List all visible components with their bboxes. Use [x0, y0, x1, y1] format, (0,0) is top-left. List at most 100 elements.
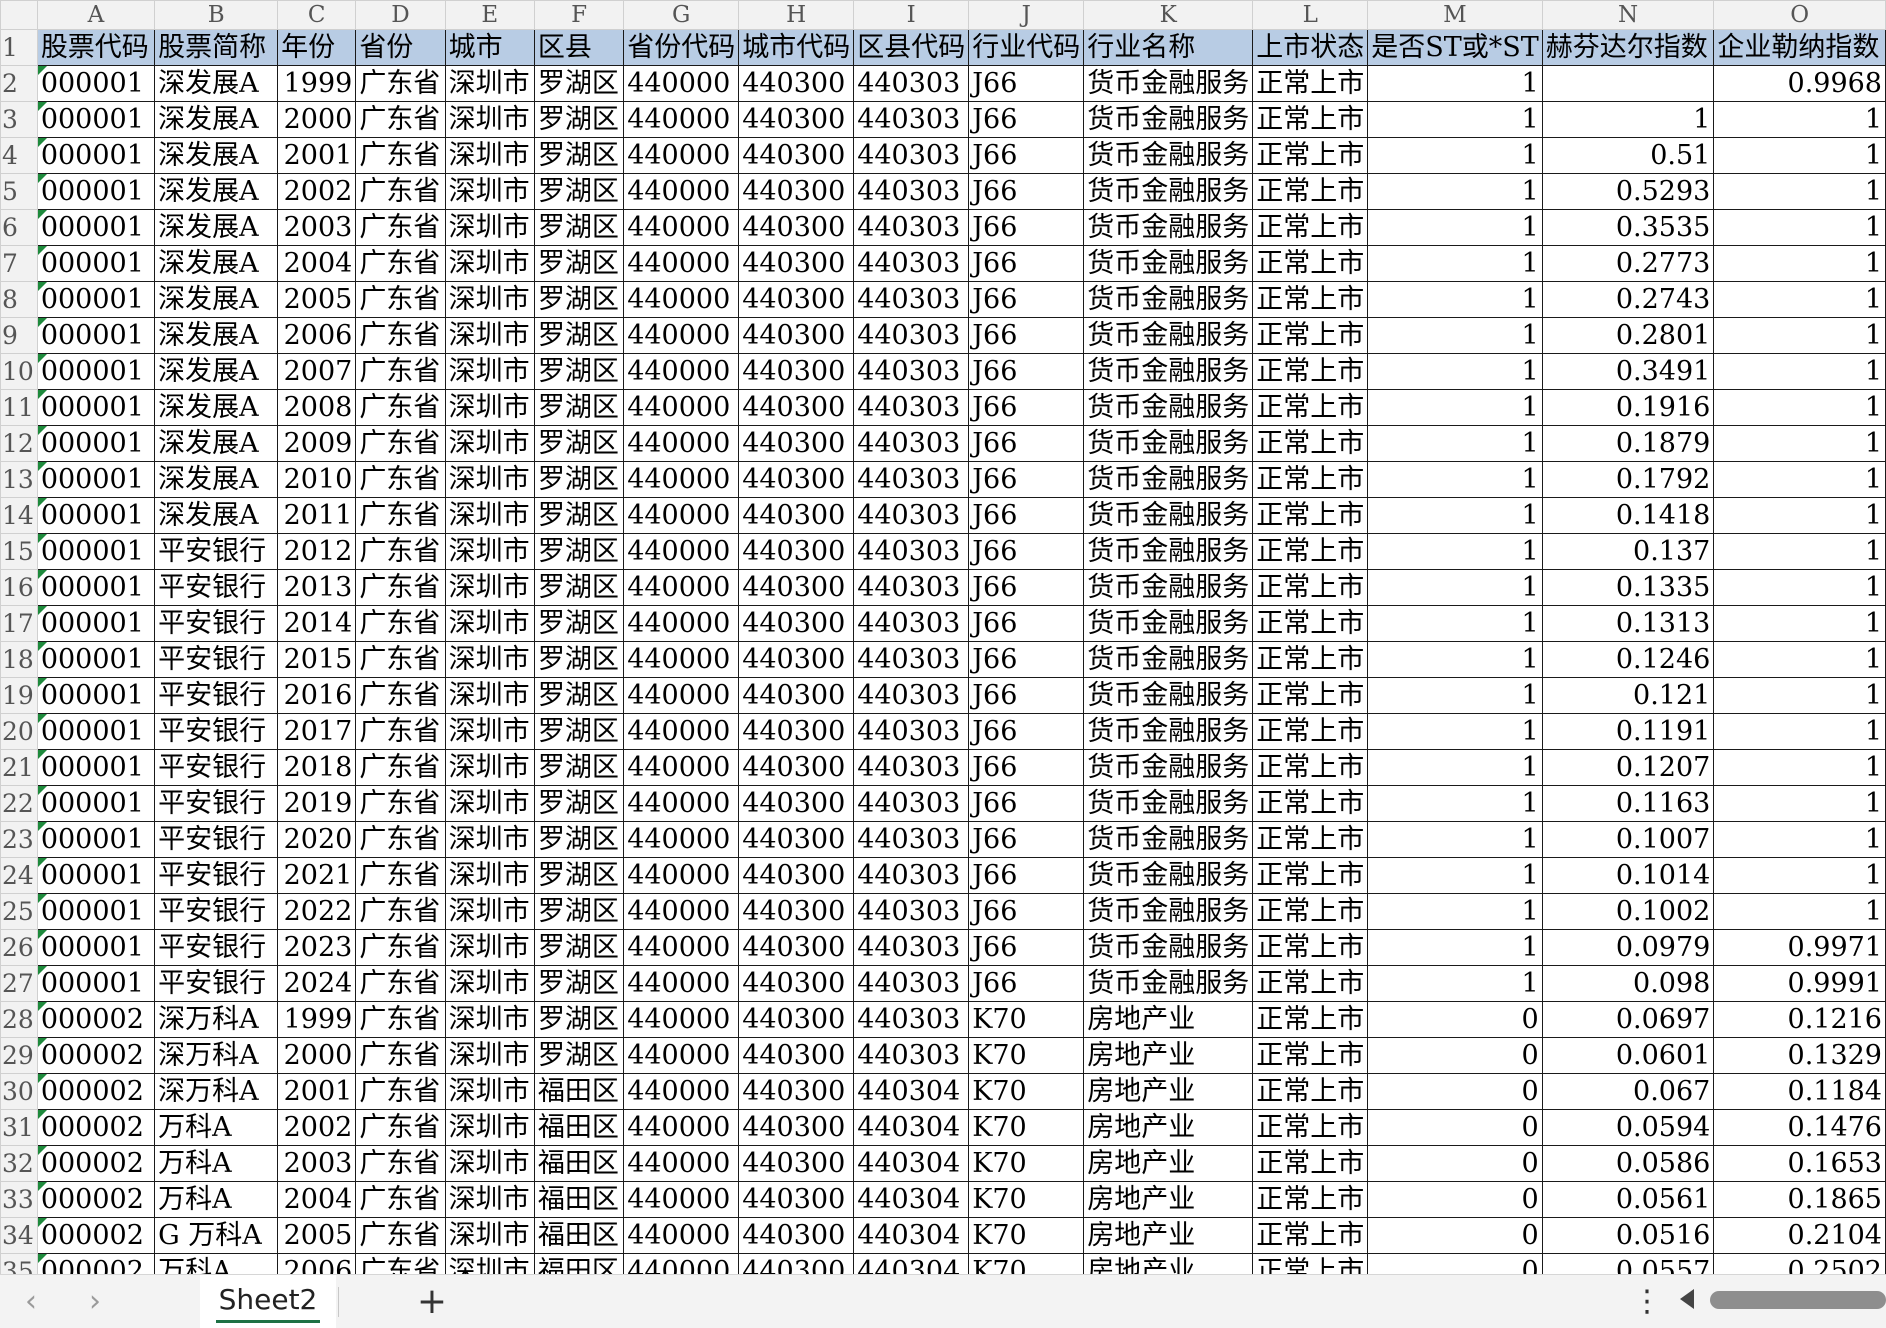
row-header-12[interactable]: 12 [0, 425, 38, 462]
cell[interactable]: 440000 [623, 317, 740, 354]
cell[interactable]: 正常上市 [1252, 461, 1369, 498]
header-cell[interactable]: 省份 [355, 29, 446, 66]
cell[interactable]: 1 [1713, 281, 1886, 318]
cell[interactable]: 440000 [623, 893, 740, 930]
cell[interactable]: J66 [968, 713, 1085, 750]
cell[interactable]: 正常上市 [1252, 713, 1369, 750]
cell[interactable]: 深圳市 [444, 281, 535, 318]
cell[interactable]: 罗湖区 [533, 749, 625, 786]
cell[interactable]: 2002 [277, 1109, 357, 1146]
cell[interactable]: 000001 [36, 353, 156, 390]
cell[interactable]: J66 [968, 893, 1085, 930]
cell[interactable]: 2004 [277, 1181, 357, 1218]
cell[interactable]: J66 [968, 317, 1085, 354]
cell[interactable]: 深发展A [154, 425, 279, 462]
cell[interactable]: 1 [1367, 641, 1543, 678]
cell[interactable]: 440300 [738, 137, 855, 174]
triangle-left-icon[interactable] [1680, 1289, 1694, 1309]
cell[interactable]: 440000 [623, 857, 740, 894]
cell[interactable]: 000002 [36, 1253, 156, 1274]
cell[interactable]: 0.3535 [1541, 209, 1715, 246]
cell[interactable]: 000002 [36, 1145, 156, 1182]
cell[interactable]: J66 [968, 389, 1085, 426]
cell[interactable]: 440303 [853, 569, 970, 606]
cell[interactable]: 广东省 [355, 857, 446, 894]
cell[interactable]: 罗湖区 [533, 173, 625, 210]
cell[interactable]: 广东省 [355, 389, 446, 426]
cell[interactable]: 广东省 [355, 281, 446, 318]
cell[interactable]: 0.5293 [1541, 173, 1715, 210]
cell[interactable]: 正常上市 [1252, 317, 1369, 354]
cell[interactable]: 罗湖区 [533, 821, 625, 858]
column-header-d[interactable]: D [355, 0, 446, 30]
cell[interactable]: 440000 [623, 137, 740, 174]
cell[interactable]: 深发展A [154, 497, 279, 534]
cell-table[interactable]: A B C D E F G H I J K L M N O 1 股票代码 股票简称 年份 省份 城市 区县 省份代码 城市代码… [0, 0, 1886, 1274]
cell[interactable]: 广东省 [355, 65, 446, 102]
cell[interactable]: 0 [1367, 1181, 1543, 1218]
cell[interactable]: 1 [1713, 101, 1886, 138]
cell[interactable]: 1 [1713, 677, 1886, 714]
cell[interactable]: 440000 [623, 965, 740, 1002]
cell[interactable]: 1 [1367, 101, 1543, 138]
cell[interactable]: 1 [1713, 353, 1886, 390]
cell[interactable]: 440303 [853, 65, 970, 102]
header-cell[interactable]: 城市 [444, 29, 535, 66]
cell[interactable]: 1 [1367, 857, 1543, 894]
cell[interactable]: 000001 [36, 641, 156, 678]
cell[interactable]: 1 [1367, 353, 1543, 390]
cell[interactable]: 深发展A [154, 389, 279, 426]
cell[interactable]: 440303 [853, 245, 970, 282]
row-header-20[interactable]: 20 [0, 713, 38, 750]
cell[interactable]: 440300 [738, 929, 855, 966]
cell[interactable]: 平安银行 [154, 533, 279, 570]
cell[interactable]: J66 [968, 677, 1085, 714]
cell[interactable]: 广东省 [355, 785, 446, 822]
cell[interactable]: J66 [968, 245, 1085, 282]
cell[interactable]: 000001 [36, 965, 156, 1002]
select-all-corner[interactable] [0, 0, 38, 30]
cell[interactable]: 1 [1367, 677, 1543, 714]
cell[interactable]: 440303 [853, 137, 970, 174]
cell[interactable]: 440303 [853, 605, 970, 642]
cell[interactable]: 深圳市 [444, 425, 535, 462]
cell[interactable]: 1 [1713, 713, 1886, 750]
cell[interactable]: 440304 [853, 1073, 970, 1110]
cell[interactable]: J66 [968, 461, 1085, 498]
cell[interactable]: 正常上市 [1252, 389, 1369, 426]
row-header-17[interactable]: 17 [0, 605, 38, 642]
cell[interactable]: 深圳市 [444, 173, 535, 210]
cell[interactable]: 广东省 [355, 353, 446, 390]
cell[interactable]: 深圳市 [444, 209, 535, 246]
cell[interactable]: 1999 [277, 1001, 357, 1038]
cell[interactable]: 深圳市 [444, 1181, 535, 1218]
row-header-33[interactable]: 33 [0, 1181, 38, 1218]
cell[interactable]: 广东省 [355, 821, 446, 858]
cell[interactable]: 440300 [738, 1037, 855, 1074]
cell[interactable]: J66 [968, 425, 1085, 462]
cell[interactable]: 000001 [36, 677, 156, 714]
row-header-1[interactable]: 1 [0, 29, 38, 66]
cell[interactable]: J66 [968, 965, 1085, 1002]
cell[interactable]: 深圳市 [444, 965, 535, 1002]
cell[interactable]: 深圳市 [444, 1037, 535, 1074]
cell[interactable]: 440303 [853, 173, 970, 210]
cell[interactable]: 货币金融服务 [1083, 461, 1254, 498]
cell[interactable]: 1 [1367, 821, 1543, 858]
cell[interactable]: 0.1014 [1541, 857, 1715, 894]
cell[interactable]: J66 [968, 65, 1085, 102]
cell[interactable]: K70 [968, 1037, 1085, 1074]
cell[interactable]: 房地产业 [1083, 1253, 1254, 1274]
cell[interactable]: 平安银行 [154, 821, 279, 858]
cell[interactable]: 0.1007 [1541, 821, 1715, 858]
cell[interactable]: 0.9991 [1713, 965, 1886, 1002]
cell[interactable]: 平安银行 [154, 857, 279, 894]
cell[interactable]: 1 [1713, 137, 1886, 174]
cell[interactable]: 0.1879 [1541, 425, 1715, 462]
cell[interactable]: 440300 [738, 677, 855, 714]
cell[interactable]: 000001 [36, 425, 156, 462]
cell[interactable]: 440304 [853, 1145, 970, 1182]
cell[interactable]: 1 [1367, 605, 1543, 642]
cell[interactable]: 440300 [738, 893, 855, 930]
cell[interactable]: 2000 [277, 101, 357, 138]
